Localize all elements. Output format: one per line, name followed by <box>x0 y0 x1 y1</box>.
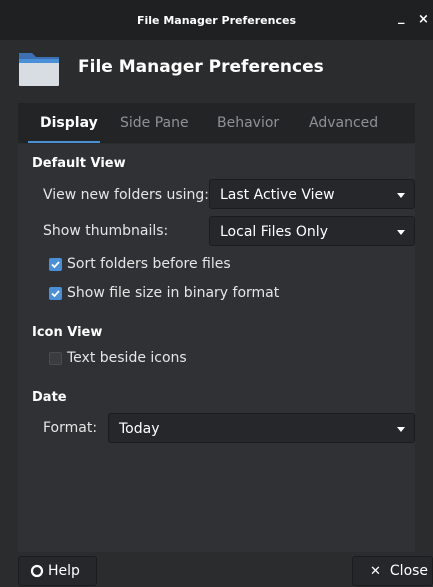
show-thumbnails-label: Show thumbnails: <box>43 223 169 239</box>
sort-folders-checkbox[interactable] <box>49 258 62 271</box>
tab-bar: Display Side Pane Behavior Advanced <box>18 103 415 143</box>
help-button-label: Help <box>48 563 80 579</box>
tab-side-pane[interactable]: Side Pane <box>120 115 189 131</box>
tab-display[interactable]: Display <box>40 115 98 131</box>
checkmark-icon <box>51 261 60 269</box>
text-beside-icons-checkbox[interactable] <box>49 352 62 365</box>
show-thumbnails-select[interactable]: Local Files Only <box>209 216 415 246</box>
binary-size-checkbox[interactable] <box>49 287 62 300</box>
display-tab-panel: Default View View new folders using: Las… <box>18 144 415 552</box>
help-button[interactable]: Help <box>18 556 97 586</box>
view-new-folders-label: View new folders using: <box>43 187 209 203</box>
close-icon: ✕ <box>370 563 381 579</box>
view-new-folders-select[interactable]: Last Active View <box>209 179 415 209</box>
text-beside-icons-label[interactable]: Text beside icons <box>67 350 187 366</box>
date-format-value: Today <box>119 421 160 437</box>
chevron-down-icon <box>397 427 405 432</box>
tab-behavior[interactable]: Behavior <box>217 115 279 131</box>
tab-advanced[interactable]: Advanced <box>309 115 378 131</box>
window-titlebar[interactable]: File Manager Preferences _ × <box>0 0 433 40</box>
close-button[interactable]: ✕ Close <box>352 556 433 586</box>
chevron-down-icon <box>397 230 405 235</box>
show-thumbnails-value: Local Files Only <box>220 224 328 240</box>
chevron-down-icon <box>397 193 405 198</box>
date-heading: Date <box>32 390 67 405</box>
active-tab-indicator <box>28 141 100 143</box>
view-new-folders-value: Last Active View <box>220 187 335 203</box>
sort-folders-label[interactable]: Sort folders before files <box>67 256 231 272</box>
icon-view-heading: Icon View <box>32 325 103 340</box>
date-format-label: Format: <box>43 420 98 436</box>
checkmark-icon <box>51 290 60 298</box>
default-view-heading: Default View <box>32 156 126 171</box>
window-title: File Manager Preferences <box>137 13 296 27</box>
minimize-button[interactable]: _ <box>398 10 405 25</box>
help-icon <box>30 564 44 578</box>
dialog-header: File Manager Preferences <box>0 40 433 98</box>
date-format-select[interactable]: Today <box>108 413 415 443</box>
page-title: File Manager Preferences <box>78 57 324 77</box>
folder-icon <box>19 53 59 86</box>
window-close-button[interactable]: × <box>418 12 429 27</box>
close-button-label: Close <box>389 563 429 579</box>
binary-size-label[interactable]: Show file size in binary format <box>67 285 279 301</box>
